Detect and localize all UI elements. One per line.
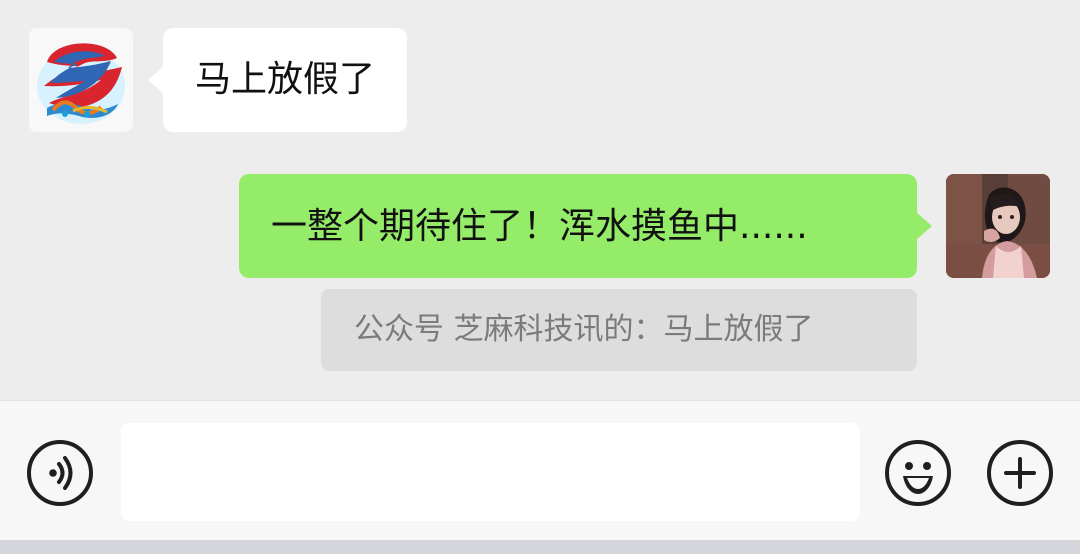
chat-input-bar bbox=[0, 400, 1080, 540]
quoted-message-text: 公众号 芝麻科技讯的：马上放假了 bbox=[354, 312, 814, 347]
quoted-message[interactable]: 公众号 芝麻科技讯的：马上放假了 bbox=[321, 289, 917, 371]
outgoing-message-text: 一整个期待住了！浑水摸鱼中...... bbox=[271, 206, 808, 247]
incoming-message-text: 马上放假了 bbox=[195, 59, 376, 100]
incoming-message-bubble[interactable]: 马上放假了 bbox=[147, 28, 408, 132]
user-avatar[interactable] bbox=[946, 174, 1050, 278]
plus-icon bbox=[987, 440, 1053, 506]
voice-input-button[interactable] bbox=[26, 439, 94, 507]
message-list[interactable]: 马上放假了 一整个期待住了！浑水摸鱼中...... 公众号 芝麻科技讯的：马上放… bbox=[0, 0, 1080, 400]
emoji-icon bbox=[885, 440, 951, 506]
voice-icon bbox=[27, 440, 93, 506]
more-options-button[interactable] bbox=[986, 439, 1054, 507]
bottom-divider bbox=[0, 540, 1080, 554]
outgoing-message-bubble[interactable]: 一整个期待住了！浑水摸鱼中...... bbox=[239, 174, 932, 278]
channel-logo-icon bbox=[29, 28, 133, 132]
message-input[interactable] bbox=[121, 423, 860, 521]
user-photo-icon bbox=[946, 174, 1050, 278]
chat-screen: 马上放假了 一整个期待住了！浑水摸鱼中...... 公众号 芝麻科技讯的：马上放… bbox=[0, 0, 1080, 554]
emoji-button[interactable] bbox=[884, 439, 952, 507]
channel-avatar[interactable] bbox=[29, 28, 133, 132]
